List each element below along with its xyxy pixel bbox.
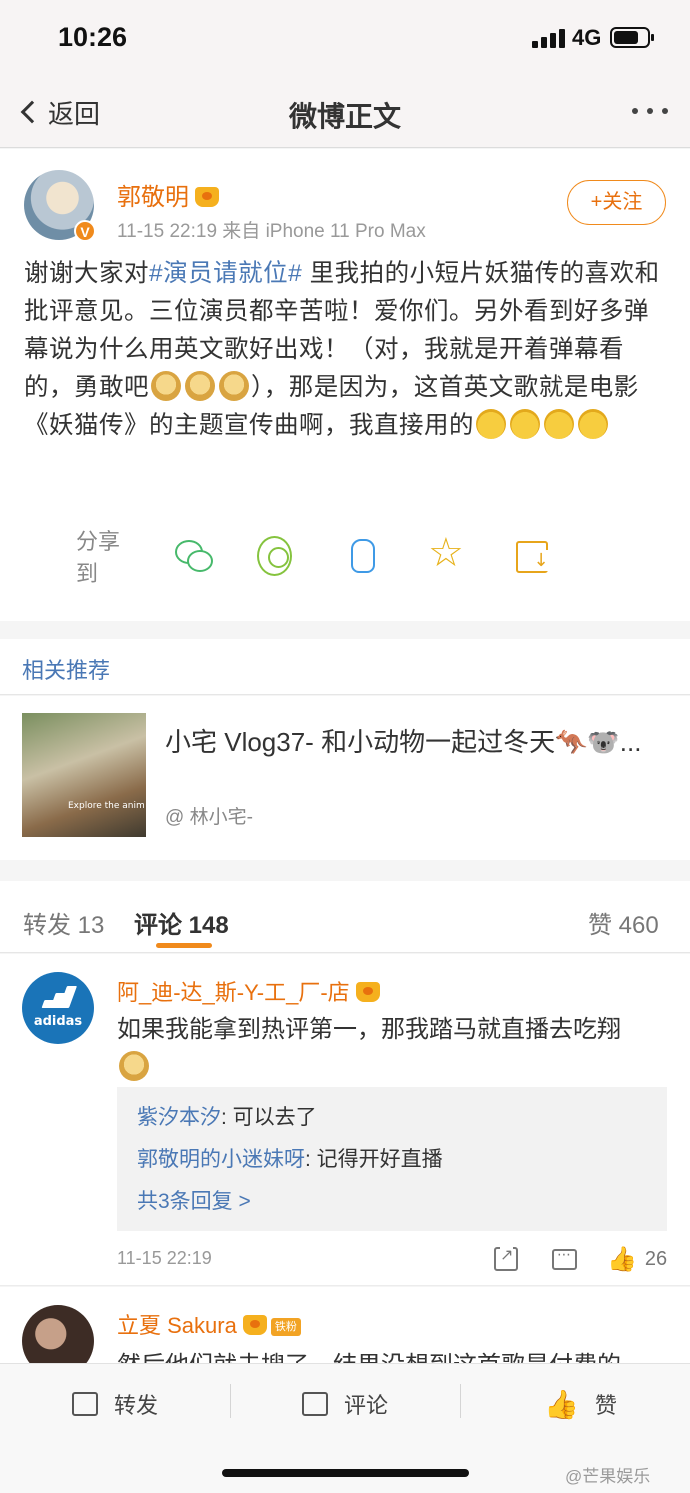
commenter-name-text: 阿_迪-达_斯-Y-工_厂-店: [117, 980, 350, 1005]
crown-icon: [355, 982, 380, 1002]
comment-item: adidas 阿_迪-达_斯-Y-工_厂-店 如果我能拿到热评第一，那我踏马就直…: [0, 954, 690, 1286]
moments-icon[interactable]: [257, 536, 293, 576]
doge-emoji-icon: [119, 1051, 149, 1081]
status-bar: 10:26 4G: [0, 0, 690, 78]
reply-item: 紫汐本汐: 可以去了: [137, 1097, 647, 1139]
avatar-text: adidas: [33, 1014, 83, 1029]
repost-icon[interactable]: [494, 1245, 518, 1271]
status-time: 10:26: [58, 22, 128, 52]
fan-badge: 铁粉: [270, 1318, 301, 1336]
laugh-emoji-icon: [510, 409, 540, 439]
related-header: 相关推荐: [0, 639, 690, 695]
comment-icon[interactable]: [552, 1247, 577, 1270]
author-avatar[interactable]: V: [24, 170, 96, 242]
repost-button[interactable]: 转发: [72, 1386, 158, 1422]
laugh-emoji-icon: [544, 409, 574, 439]
tab-comments[interactable]: 评论 148: [134, 905, 229, 940]
more-replies-link[interactable]: 共3条回复 >: [137, 1181, 647, 1223]
comment-actions: 👍 26: [494, 1244, 674, 1274]
bottom-action-bar: 转发 评论 👍 赞 @芒果娱乐: [0, 1363, 690, 1493]
comment-time: 11-15 22:19: [117, 1248, 212, 1268]
dot-icon: [647, 108, 653, 114]
tabs-bar: 转发 13 评论 148 赞 460: [0, 881, 690, 953]
author-name-text: 郭敬明: [117, 184, 189, 211]
divider: [230, 1384, 231, 1418]
doge-emoji-icon: [151, 371, 181, 401]
reply-item: 郭敬明的小迷妹呀: 记得开好直播: [137, 1139, 647, 1181]
wechat-icon[interactable]: [173, 536, 213, 576]
comment-button[interactable]: 评论: [302, 1386, 388, 1422]
adidas-logo-icon: [40, 986, 78, 1008]
reply-author[interactable]: 郭敬明的小迷妹呀: [137, 1148, 305, 1171]
network-type: 4G: [572, 25, 602, 50]
thumb-caption: Explore the anim: [68, 801, 145, 811]
repost-label: 转发: [114, 1393, 159, 1418]
dot-icon: [662, 108, 668, 114]
tab-likes[interactable]: 赞 460: [588, 905, 659, 940]
like-count: 26: [644, 1247, 668, 1270]
comment-text: 如果我能拿到热评第一，那我踏马就直播去吃翔: [117, 1011, 662, 1087]
related-video-title: 小宅 Vlog37- 和小动物一起过冬天🦘🐨...: [165, 727, 642, 757]
tab-repost[interactable]: 转发 13: [23, 905, 104, 940]
commenter-avatar[interactable]: adidas: [22, 972, 94, 1044]
author-name[interactable]: 郭敬明: [117, 177, 219, 212]
commenter-name-text: 立夏 Sakura: [117, 1313, 237, 1338]
divider: [460, 1384, 461, 1418]
reply-author[interactable]: 紫汐本汐: [137, 1106, 221, 1129]
watermark: @芒果娱乐: [565, 1467, 651, 1486]
share-row: 分享到: [76, 529, 596, 586]
active-tab-indicator: [156, 943, 212, 948]
page-title: 微博正文: [288, 101, 401, 132]
laugh-emoji-icon: [476, 409, 506, 439]
related-thumbnail: Explore the anim: [22, 713, 146, 837]
battery-icon: [610, 27, 654, 48]
related-author: @ 林小宅-: [165, 807, 253, 828]
post-text-part: 谢谢大家对: [24, 260, 149, 287]
repost-icon: [72, 1392, 98, 1416]
save-image-icon[interactable]: [511, 536, 549, 576]
more-options-button[interactable]: [632, 108, 668, 114]
doge-emoji-icon: [219, 371, 249, 401]
battery-fill: [614, 31, 638, 44]
post-meta: 11-15 22:19 来自 iPhone 11 Pro Max: [117, 221, 426, 242]
verified-badge: V: [74, 220, 96, 242]
like-button[interactable]: 👍 赞: [544, 1386, 617, 1422]
weibo-post: V 郭敬明 11-15 22:19 来自 iPhone 11 Pro Max +…: [0, 149, 690, 621]
reply-text: : 记得开好直播: [305, 1148, 443, 1171]
commenter-name[interactable]: 立夏 Sakura 铁粉: [117, 1308, 301, 1340]
crown-icon: [242, 1315, 267, 1335]
doge-emoji-icon: [185, 371, 215, 401]
dot-icon: [632, 108, 638, 114]
thumbs-up-icon: 👍: [544, 1387, 579, 1421]
qq-icon[interactable]: [342, 536, 377, 576]
follow-button[interactable]: +关注: [567, 180, 666, 225]
post-body: 谢谢大家对#演员请就位# 里我拍的小短片妖猫传的喜欢和批评意见。三位演员都辛苦啦…: [24, 255, 669, 445]
share-label: 分享到: [76, 529, 121, 586]
reply-text: : 可以去了: [221, 1106, 317, 1129]
comment-icon: [302, 1392, 328, 1416]
qzone-star-icon[interactable]: [427, 530, 463, 576]
commenter-name[interactable]: 阿_迪-达_斯-Y-工_厂-店: [117, 975, 380, 1007]
nav-bar: 返回 微博正文: [0, 78, 690, 148]
related-card[interactable]: Explore the anim 小宅 Vlog37- 和小动物一起过冬天🦘🐨.…: [0, 696, 690, 860]
comment-label: 评论: [344, 1393, 389, 1418]
related-title: 相关推荐: [22, 658, 111, 683]
topic-link[interactable]: #演员请就位#: [149, 260, 302, 287]
home-indicator: [222, 1469, 469, 1477]
comment-text-content: 如果我能拿到热评第一，那我踏马就直播去吃翔: [117, 1016, 621, 1043]
reply-box[interactable]: 紫汐本汐: 可以去了 郭敬明的小迷妹呀: 记得开好直播 共3条回复 >: [117, 1087, 667, 1231]
laugh-emoji-icon: [578, 409, 608, 439]
crown-icon: [195, 187, 219, 207]
thumbs-up-icon[interactable]: 👍: [607, 1245, 637, 1273]
signal-icon: [532, 28, 566, 48]
like-label: 赞: [594, 1393, 617, 1418]
